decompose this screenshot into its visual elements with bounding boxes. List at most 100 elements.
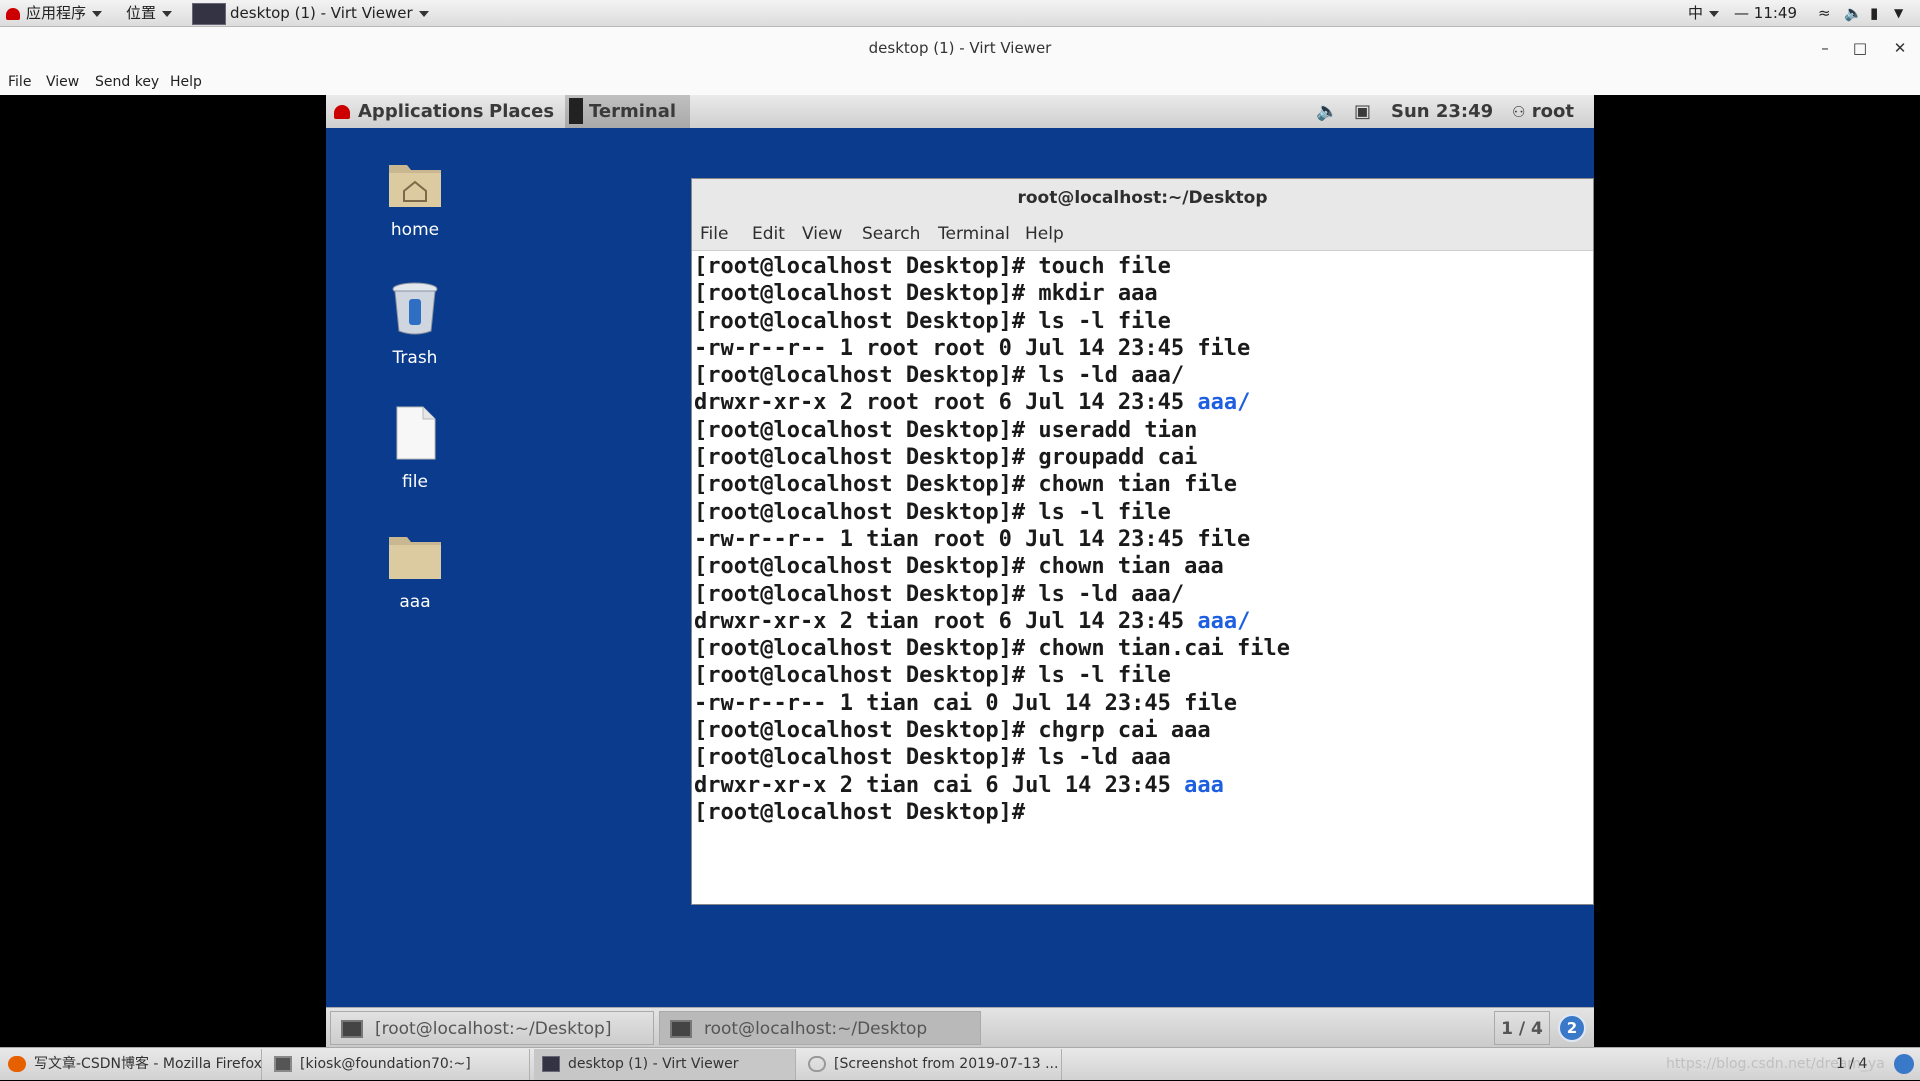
terminal-line-text: [root@localhost Desktop]# ls -ld aaa/ — [694, 581, 1185, 607]
battery-icon[interactable]: ▮ — [1870, 0, 1878, 27]
firefox-icon — [8, 1056, 26, 1072]
terminal-line-text: [root@localhost Desktop]# ls -l file — [694, 663, 1171, 689]
desktop-icon-trash[interactable]: Trash — [360, 281, 470, 368]
viewer-menu-help[interactable]: Help — [170, 69, 202, 95]
terminal-line: -rw-r--r-- 1 root root 0 Jul 14 23:45 fi… — [694, 335, 1591, 362]
guest-applications-label: Applications — [358, 101, 484, 122]
guest-volume-icon[interactable]: 🔈 — [1316, 95, 1338, 128]
guest-task-terminal-1[interactable]: [root@localhost:~/Desktop] — [330, 1011, 654, 1045]
terminal-menu-help[interactable]: Help — [1025, 217, 1064, 251]
minimize-button[interactable]: – — [1810, 27, 1840, 69]
terminal-line: [root@localhost Desktop]# useradd tian — [694, 417, 1591, 444]
host-workspace-indicator[interactable]: 1 / 4 — [1836, 1048, 1867, 1081]
redhat-icon — [334, 105, 350, 119]
active-window-button[interactable]: desktop (1) - Virt Viewer — [192, 0, 429, 27]
desktop-icon-file-label: file — [402, 472, 428, 492]
applications-menu[interactable]: 应用程序 — [6, 0, 102, 27]
terminal-line-text: [root@localhost Desktop]# — [694, 799, 1026, 825]
trash-icon — [392, 282, 438, 335]
terminal-line-text: [root@localhost Desktop]# ls -ld aaa/ — [694, 363, 1185, 389]
guest-task-terminal-2[interactable]: root@localhost:~/Desktop — [659, 1011, 981, 1045]
guest-top-panel: Applications Places Terminal 🔈 ▣ Sun 23:… — [326, 95, 1594, 128]
viewer-title: desktop (1) - Virt Viewer — [868, 39, 1052, 57]
terminal-line: [root@localhost Desktop]# — [694, 799, 1591, 826]
guest-applications-menu[interactable]: Applications — [334, 95, 484, 128]
maximize-button[interactable]: □ — [1845, 27, 1875, 69]
image-viewer-icon — [808, 1056, 826, 1072]
terminal-line-text: [root@localhost Desktop]# groupadd cai — [694, 445, 1198, 471]
guest-user-label: root — [1531, 101, 1574, 122]
terminal-window[interactable]: root@localhost:~/Desktop File Edit View … — [691, 178, 1594, 905]
terminal-titlebar[interactable]: root@localhost:~/Desktop — [692, 179, 1593, 217]
terminal-line: drwxr-xr-x 2 root root 6 Jul 14 23:45 aa… — [694, 389, 1591, 416]
notification-badge[interactable]: 2 — [1558, 1014, 1586, 1042]
desktop-icon-home-label: home — [390, 220, 440, 240]
terminal-menu-search[interactable]: Search — [862, 217, 920, 251]
terminal-line-text: [root@localhost Desktop]# chown tian aaa — [694, 554, 1224, 580]
terminal-output[interactable]: [root@localhost Desktop]# touch file [roo… — [692, 251, 1593, 828]
viewer-menu-file[interactable]: File — [8, 69, 31, 95]
guest-terminal-task[interactable]: Terminal — [565, 95, 690, 128]
terminal-icon — [670, 1020, 692, 1038]
terminal-menu-terminal[interactable]: Terminal — [938, 217, 1010, 251]
terminal-line-text: -rw-r--r-- 1 root root 0 Jul 14 23:45 fi… — [694, 335, 1251, 361]
terminal-line: [root@localhost Desktop]# chown tian fil… — [694, 471, 1591, 498]
desktop-icon-aaa-label: aaa — [399, 592, 431, 612]
desktop-icon-trash-label: Trash — [392, 348, 438, 368]
terminal-line: [root@localhost Desktop]# ls -ld aaa/ — [694, 362, 1591, 389]
guest-terminal-label: Terminal — [589, 101, 677, 122]
close-button[interactable]: ✕ — [1885, 27, 1915, 69]
terminal-line-text: [root@localhost Desktop]# chgrp cai aaa — [694, 718, 1211, 744]
active-window-label: desktop (1) - Virt Viewer — [230, 4, 429, 22]
guest-workspace-indicator[interactable]: 1 / 4 — [1494, 1011, 1550, 1045]
terminal-line: [root@localhost Desktop]# chgrp cai aaa — [694, 717, 1591, 744]
terminal-line-text: -rw-r--r-- 1 tian cai 0 Jul 14 23:45 fil… — [694, 690, 1238, 716]
host-taskbar: 写文章-CSDN博客 - Mozilla Firefox [kiosk@foun… — [0, 1047, 1920, 1080]
terminal-line: drwxr-xr-x 2 tian root 6 Jul 14 23:45 aa… — [694, 608, 1591, 635]
terminal-line-text: -rw-r--r-- 1 tian root 0 Jul 14 23:45 fi… — [694, 526, 1251, 552]
system-menu-chevron-icon[interactable]: ▼ — [1894, 0, 1903, 27]
terminal-directory-name: aaa/ — [1197, 390, 1251, 416]
terminal-menu-edit[interactable]: Edit — [752, 217, 785, 251]
desktop-icon-home[interactable]: home — [360, 157, 470, 240]
guest-clock[interactable]: Sun 23:49 — [1391, 95, 1493, 128]
places-menu[interactable]: 位置 — [126, 0, 172, 27]
volume-icon[interactable]: 🔈 — [1844, 0, 1863, 27]
viewer-menu-view[interactable]: View — [46, 69, 79, 95]
guest-places-menu[interactable]: Places — [489, 95, 554, 128]
terminal-line-text: [root@localhost Desktop]# chown tian fil… — [694, 472, 1238, 498]
host-clock[interactable]: — 11:49 — [1734, 0, 1797, 27]
terminal-title: root@localhost:~/Desktop — [1017, 188, 1268, 208]
wifi-icon[interactable]: ≈ — [1818, 0, 1831, 27]
terminal-line: [root@localhost Desktop]# ls -ld aaa/ — [694, 581, 1591, 608]
terminal-menu-file[interactable]: File — [700, 217, 728, 251]
terminal-line-text: drwxr-xr-x 2 root root 6 Jul 14 23:45 — [694, 390, 1198, 416]
terminal-line: [root@localhost Desktop]# ls -ld aaa — [694, 744, 1591, 771]
guest-display[interactable]: Applications Places Terminal 🔈 ▣ Sun 23:… — [326, 95, 1594, 1047]
terminal-icon — [341, 1020, 363, 1038]
host-task-firefox[interactable]: 写文章-CSDN博客 - Mozilla Firefox — [0, 1049, 262, 1080]
host-notification-icon[interactable] — [1894, 1054, 1914, 1074]
terminal-menu-view[interactable]: View — [802, 217, 842, 251]
viewer-titlebar: desktop (1) - Virt Viewer – □ ✕ — [0, 27, 1920, 69]
terminal-line-text: drwxr-xr-x 2 tian cai 6 Jul 14 23:45 — [694, 772, 1185, 798]
desktop-icon-file[interactable]: file — [360, 405, 470, 492]
host-task-kiosk-terminal[interactable]: [kiosk@foundation70:~] — [266, 1049, 530, 1080]
host-task-virt-viewer[interactable]: desktop (1) - Virt Viewer — [534, 1049, 796, 1080]
guest-network-icon[interactable]: ▣ — [1354, 95, 1371, 128]
applications-menu-label: 应用程序 — [26, 4, 102, 22]
desktop-icon-aaa[interactable]: aaa — [360, 529, 470, 612]
host-task-screenshot[interactable]: [Screenshot from 2019-07-13 ... — [800, 1049, 1062, 1080]
host-task-label: 写文章-CSDN博客 - Mozilla Firefox — [34, 1056, 262, 1072]
terminal-icon — [569, 98, 583, 124]
guest-task-label: root@localhost:~/Desktop — [704, 1019, 928, 1039]
guest-user-menu[interactable]: ⚇ root — [1512, 95, 1574, 129]
terminal-icon — [274, 1056, 292, 1072]
terminal-line: -rw-r--r-- 1 tian root 0 Jul 14 23:45 fi… — [694, 526, 1591, 553]
terminal-line: [root@localhost Desktop]# touch file — [694, 253, 1591, 280]
terminal-line: [root@localhost Desktop]# groupadd cai — [694, 444, 1591, 471]
host-top-panel: 应用程序 位置 desktop (1) - Virt Viewer 中 — 11… — [0, 0, 1920, 27]
user-icon: ⚇ — [1512, 103, 1526, 121]
viewer-menu-send-key[interactable]: Send key — [95, 69, 159, 95]
input-method-indicator[interactable]: 中 — [1688, 0, 1719, 27]
